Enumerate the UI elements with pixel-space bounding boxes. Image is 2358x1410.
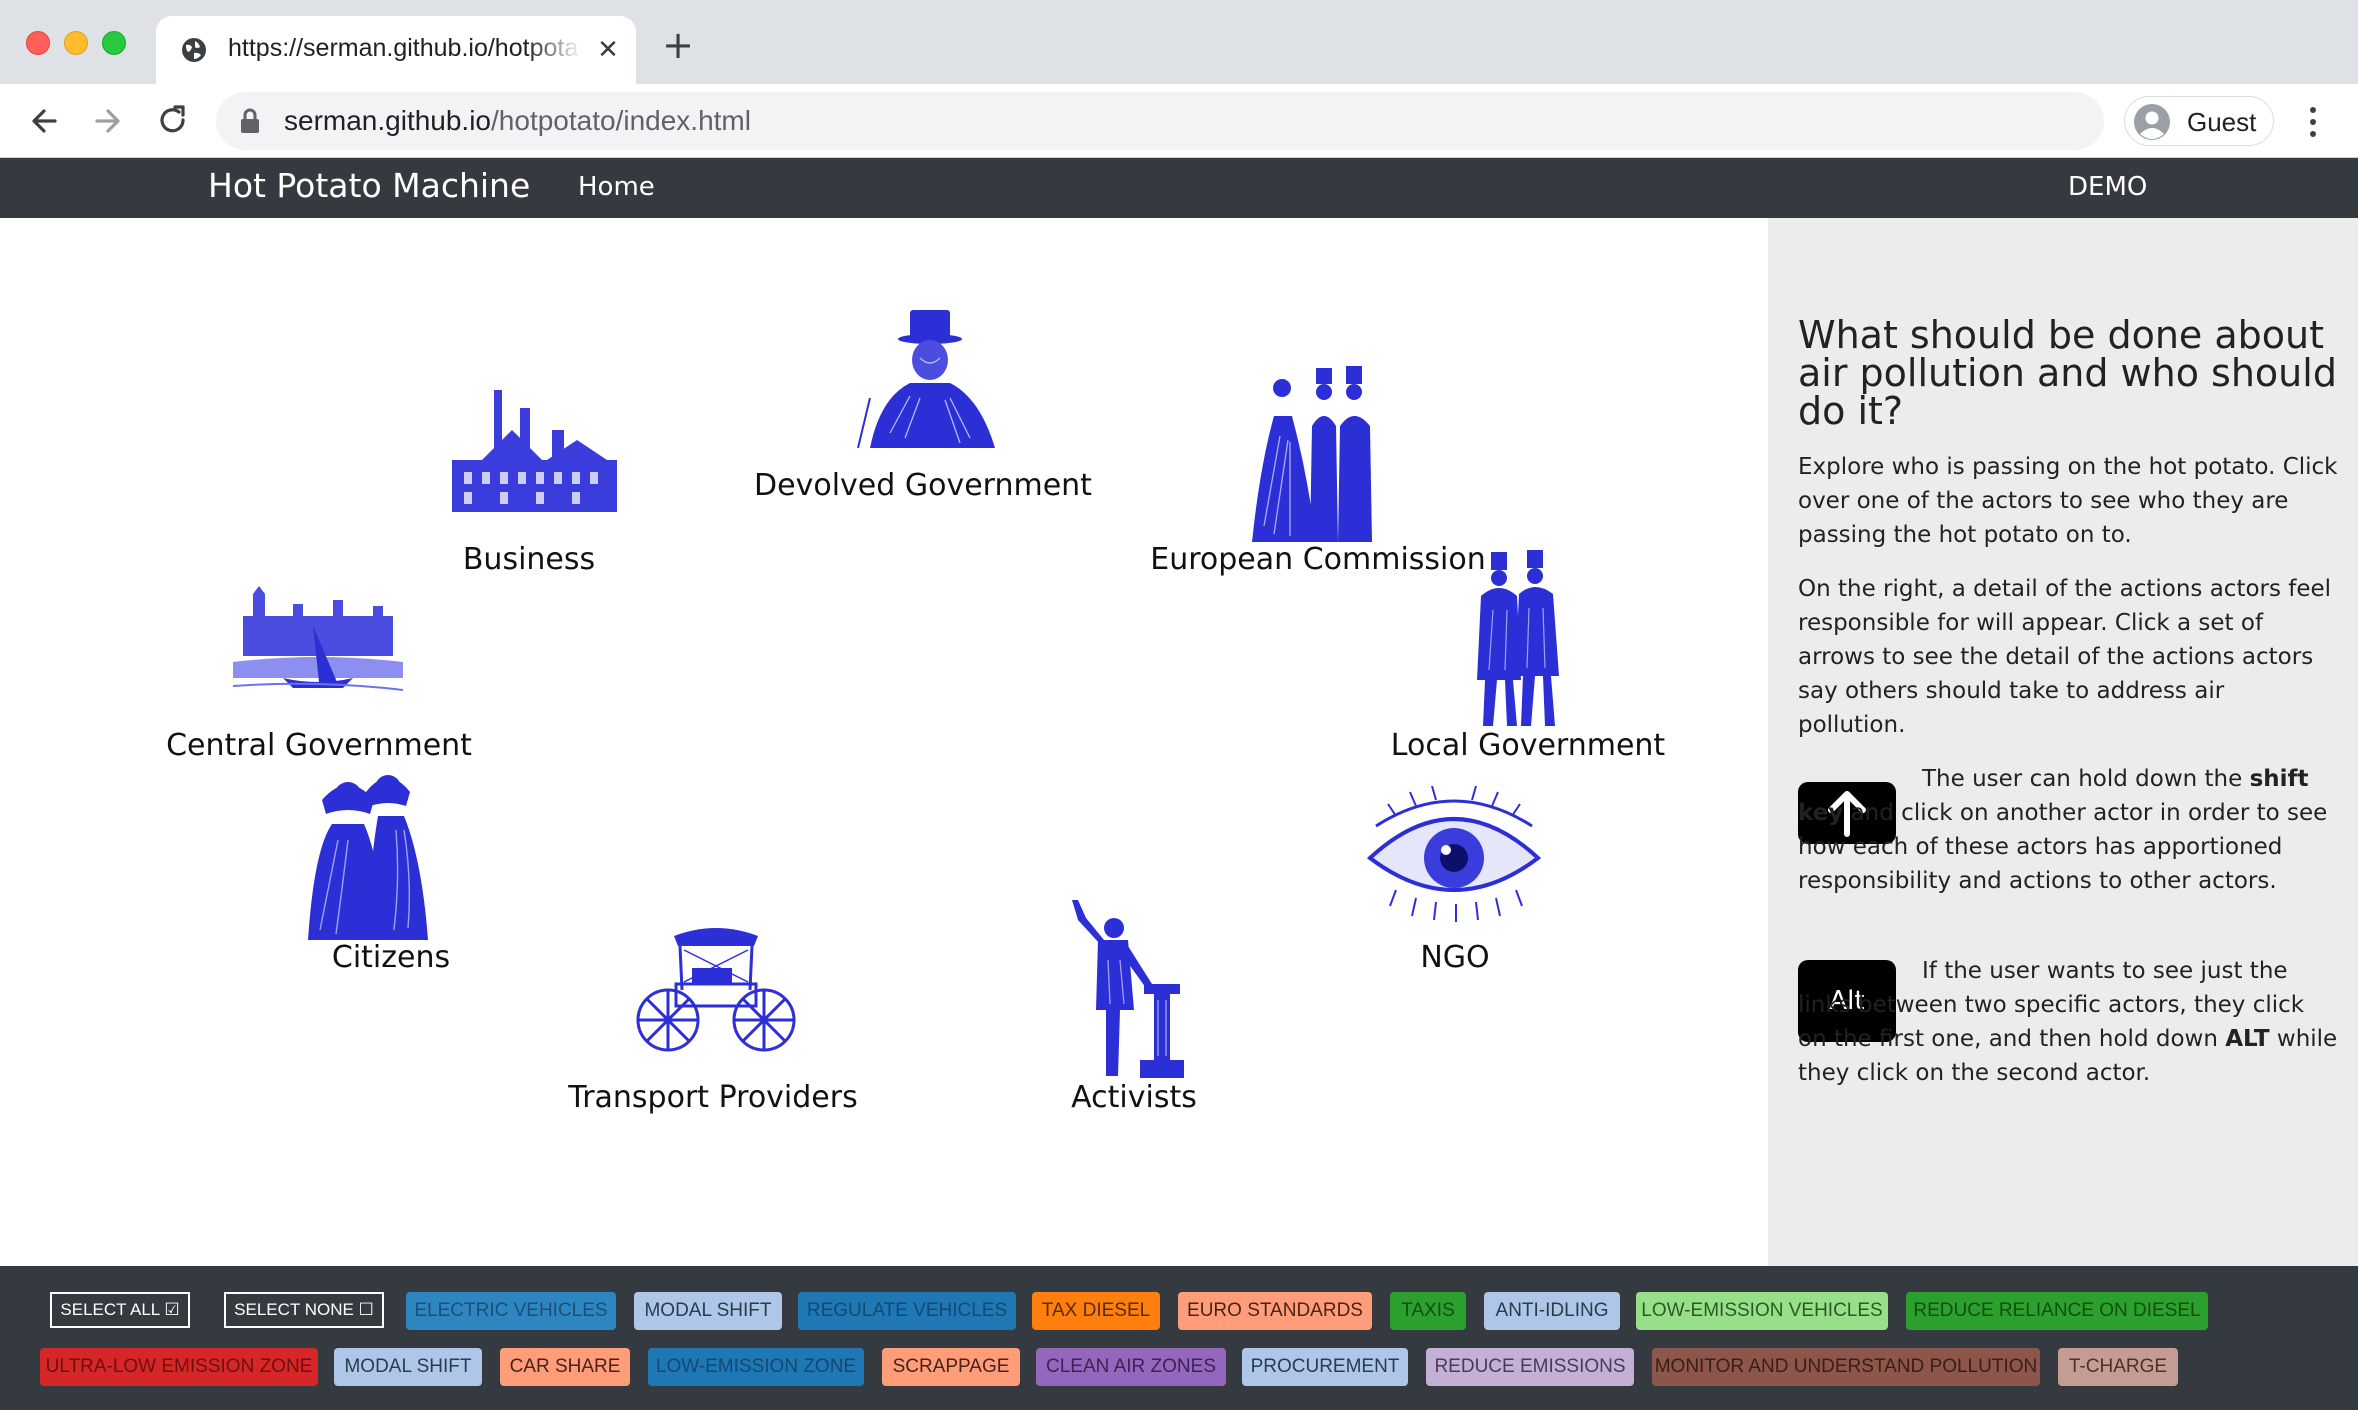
filter-pill-electric-vehicles[interactable]: ELECTRIC VEHICLES (406, 1292, 616, 1330)
filter-pill-reduce-reliance-on-diesel[interactable]: REDUCE RELIANCE ON DIESEL (1906, 1292, 2208, 1330)
actor-local-government[interactable] (1465, 550, 1575, 728)
filter-pill-low-emission-vehicles[interactable]: LOW-EMISSION VEHICLES (1636, 1292, 1888, 1330)
forward-arrow-icon[interactable] (84, 98, 130, 144)
action-filter-bar: SELECT ALL ☑ SELECT NONE ☐ ELECTRIC VEHI… (0, 1266, 2358, 1410)
app-navbar: Hot Potato Machine Home DEMO (0, 158, 2358, 218)
filter-pill-reduce-emissions[interactable]: REDUCE EMISSIONS (1426, 1348, 1634, 1386)
nav-link-demo[interactable]: DEMO (2068, 172, 2147, 202)
filter-pill-taxis[interactable]: TAXIS (1390, 1292, 1466, 1330)
select-none-button[interactable]: SELECT NONE ☐ (224, 1292, 384, 1328)
carriage-icon (636, 928, 796, 1052)
filter-pill-regulate-vehicles[interactable]: REGULATE VEHICLES (798, 1292, 1016, 1330)
filter-pill-tax-diesel[interactable]: TAX DIESEL (1032, 1292, 1160, 1330)
filter-pill-euro-standards[interactable]: EURO STANDARDS (1178, 1292, 1372, 1330)
guest-avatar-icon (2134, 104, 2170, 140)
nav-link-home[interactable]: Home (578, 172, 655, 202)
actor-european-commission[interactable] (1250, 366, 1380, 542)
window-minimize-button[interactable] (64, 31, 88, 55)
tab-title-fade (526, 28, 582, 72)
actor-citizens[interactable] (308, 770, 428, 940)
select-all-button[interactable]: SELECT ALL ☑ (50, 1292, 190, 1328)
actor-label-devolved-government[interactable]: Devolved Government (754, 468, 1092, 503)
orator-icon (1072, 900, 1184, 1078)
filter-pill-car-share[interactable]: CAR SHARE (500, 1348, 630, 1386)
browser-tab-active[interactable]: https://serman.github.io/hotpotato/index… (156, 16, 636, 84)
sidebar-paragraph-intro: Explore who is passing on the hot potato… (1798, 454, 2338, 548)
factory-icon (452, 390, 617, 512)
filter-pill-monitor-and-understand-pollution[interactable]: MONITOR AND UNDERSTAND POLLUTION (1652, 1348, 2040, 1386)
actor-business[interactable] (452, 390, 617, 512)
parliament-icon (233, 586, 403, 691)
actor-label-transport-providers[interactable]: Transport Providers (568, 1080, 857, 1115)
tab-close-icon[interactable]: ✕ (590, 32, 626, 68)
profile-name: Guest (2187, 107, 2257, 137)
actor-activists[interactable] (1068, 900, 1194, 1078)
sidebar-paragraph-detail: On the right, a detail of the actions ac… (1798, 576, 2332, 738)
victorian-group-icon (1252, 366, 1372, 542)
new-tab-plus-icon[interactable]: + (658, 26, 698, 66)
actor-label-ngo[interactable]: NGO (1420, 940, 1489, 975)
filter-pill-t-charge[interactable]: T-CHARGE (2058, 1348, 2178, 1386)
actor-label-business[interactable]: Business (463, 542, 595, 577)
window-close-button[interactable] (26, 31, 50, 55)
profile-button[interactable]: Guest (2124, 96, 2274, 146)
filter-pill-scrappage[interactable]: SCRAPPAGE (882, 1348, 1020, 1386)
sidebar-heading: What should be done about air pollution … (1798, 313, 2337, 433)
reload-icon[interactable] (150, 98, 196, 144)
back-arrow-icon[interactable] (22, 98, 68, 144)
browser-toolbar: serman.github.io/hotpotato/index.html Gu… (0, 84, 2358, 158)
eye-icon (1366, 786, 1542, 922)
actor-transport-providers[interactable] (632, 926, 800, 1054)
globe-icon (182, 38, 206, 62)
actor-devolved-government[interactable] (850, 308, 1010, 448)
lock-icon (241, 108, 259, 133)
two-women-icon (308, 775, 428, 940)
actor-stage: Devolved Government Business European Co… (0, 218, 1768, 1266)
actor-ngo[interactable] (1366, 786, 1542, 926)
navbar-brand[interactable]: Hot Potato Machine (208, 166, 530, 205)
filter-pill-low-emission-zone[interactable]: LOW-EMISSION ZONE (648, 1348, 864, 1386)
shift-text-a: The user can hold down the (1922, 766, 2250, 792)
filter-pill-anti-idling[interactable]: ANTI-IDLING (1484, 1292, 1620, 1330)
actor-label-activists[interactable]: Activists (1071, 1080, 1197, 1115)
alt-bold: ALT (2225, 1026, 2270, 1052)
filter-pill-modal-shift[interactable]: MODAL SHIFT (634, 1292, 782, 1330)
url-path: /hotpotato/index.html (491, 105, 751, 136)
browser-menu-icon[interactable] (2300, 102, 2326, 142)
sidebar-paragraph-shift: The user can hold down the shift key and… (1798, 762, 2338, 898)
actor-label-citizens[interactable]: Citizens (332, 940, 450, 975)
two-gentlemen-icon (1477, 550, 1559, 726)
actor-label-central-government[interactable]: Central Government (166, 728, 472, 763)
url-domain: serman.github.io (284, 105, 492, 136)
filter-pill-modal-shift[interactable]: MODAL SHIFT (334, 1348, 482, 1386)
actor-central-government[interactable] (233, 586, 403, 696)
filter-pill-procurement[interactable]: PROCUREMENT (1242, 1348, 1408, 1386)
shift-text-b: and click on another actor in order to s… (1798, 800, 2328, 894)
top-hat-man-icon (857, 310, 995, 448)
browser-tab-strip: https://serman.github.io/hotpotato/index… (0, 0, 2358, 84)
window-zoom-button[interactable] (102, 31, 126, 55)
info-sidebar: What should be done about air pollution … (1768, 218, 2358, 1266)
filter-pill-clean-air-zones[interactable]: CLEAN AIR ZONES (1036, 1348, 1226, 1386)
address-bar[interactable]: serman.github.io/hotpotato/index.html (216, 92, 2104, 150)
actor-label-local-government[interactable]: Local Government (1391, 728, 1665, 763)
filter-pill-ultra-low-emission-zone[interactable]: ULTRA-LOW EMISSION ZONE (40, 1348, 318, 1386)
sidebar-paragraph-alt: If the user wants to see just the links … (1798, 954, 2338, 1090)
actor-label-european-commission[interactable]: European Commission (1150, 542, 1485, 577)
url-text: serman.github.io/hotpotato/index.html (284, 105, 751, 137)
